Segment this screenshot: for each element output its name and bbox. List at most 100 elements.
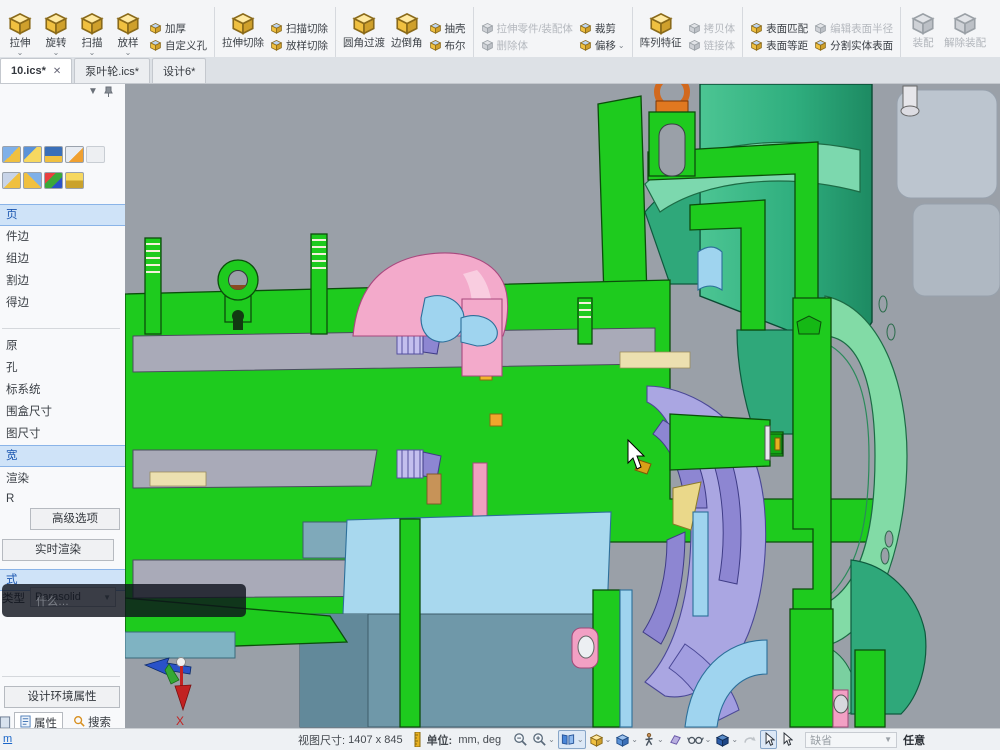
- assembly-icon[interactable]: [23, 172, 42, 189]
- ribbon-group: 表面匹配 表面等距 编辑表面半径 分割实体表面: [745, 0, 898, 57]
- axis-triad-icon[interactable]: [44, 172, 63, 189]
- render-cube-gold-icon[interactable]: ⌄: [588, 731, 613, 748]
- render-cube-blue-icon[interactable]: ⌄: [614, 731, 639, 748]
- ribbon-button-阵列特征[interactable]: 阵列特征: [637, 2, 685, 57]
- tree-item-孔[interactable]: 孔: [0, 358, 125, 378]
- snap-mode-label: 任意: [903, 732, 925, 748]
- prism-icon[interactable]: [667, 731, 684, 748]
- close-icon[interactable]: ✕: [53, 66, 61, 77]
- ribbon-small-column: 扫描切除 放样切除: [267, 0, 331, 57]
- frame-icon[interactable]: [86, 146, 105, 163]
- edit-sketch-icon[interactable]: [65, 146, 84, 163]
- sidebar-tab-搜索[interactable]: 搜索: [68, 712, 116, 728]
- tree-item-页[interactable]: 页: [0, 205, 125, 225]
- sidebar-tab-clipped[interactable]: [0, 712, 18, 728]
- ribbon-button-装配[interactable]: 装配: [905, 2, 941, 57]
- config-icon[interactable]: [23, 146, 42, 163]
- flange-foot: [790, 609, 833, 727]
- tree-item-渲染[interactable]: 渲染: [0, 469, 125, 489]
- link-fragment[interactable]: m: [3, 733, 12, 745]
- cursor-icon[interactable]: [779, 731, 794, 748]
- ribbon-button-表面匹配[interactable]: 表面匹配: [747, 20, 811, 37]
- tree-item-件边[interactable]: 件边: [0, 227, 125, 247]
- tree-item-宽[interactable]: 宽: [0, 446, 125, 466]
- tree-item-R[interactable]: R: [0, 489, 125, 509]
- feature-cube-icon: [270, 21, 283, 37]
- ribbon-button-自定义孔[interactable]: 自定义孔: [146, 37, 210, 54]
- tree-item-图尺寸[interactable]: 图尺寸: [0, 424, 125, 444]
- group-divider: [742, 7, 743, 57]
- ribbon-button-分割实体表面[interactable]: 分割实体表面: [811, 37, 896, 54]
- ribbon-button-拉伸[interactable]: 拉伸 ⌄: [2, 2, 38, 57]
- chevron-down-icon: ⌄: [731, 735, 738, 744]
- ribbon-button-圆角过渡[interactable]: 圆角过渡: [340, 2, 388, 57]
- tree-item-得边[interactable]: 得边: [0, 293, 125, 313]
- ribbon-button-扫描切除[interactable]: 扫描切除: [267, 20, 331, 37]
- filter-select[interactable]: 缺省 ▼: [805, 732, 897, 748]
- chevron-down-icon: ⌄: [548, 735, 555, 744]
- ribbon-button-拉伸零件/装配体[interactable]: 拉伸零件/装配体: [478, 20, 576, 37]
- group-divider: [632, 7, 633, 57]
- feature-cube-icon: [149, 38, 162, 54]
- chevron-down-icon: ⌄: [631, 735, 638, 744]
- tree-item-割边[interactable]: 割边: [0, 271, 125, 291]
- zoom-out-icon[interactable]: [512, 731, 529, 748]
- ribbon-button-表面等距[interactable]: 表面等距: [747, 37, 811, 54]
- design-env-properties-button[interactable]: 设计环境属性: [4, 686, 120, 708]
- redo-icon: [741, 732, 758, 748]
- chevron-down-icon[interactable]: ▼: [88, 86, 98, 97]
- feature-cube-icon: [429, 38, 442, 54]
- zoom-in-icon[interactable]: ⌄: [531, 731, 556, 748]
- watermark-text: 什么…: [36, 593, 69, 609]
- feature-cube-icon: [429, 21, 442, 37]
- ruler-icon: [411, 731, 423, 748]
- ribbon-button-裁剪[interactable]: 裁剪: [576, 20, 628, 37]
- ribbon-button-编辑表面半径[interactable]: 编辑表面半径: [811, 20, 896, 37]
- document-tab-设计6*[interactable]: 设计6*: [152, 58, 206, 83]
- view-glasses-icon[interactable]: ⌄: [686, 732, 713, 747]
- advanced-options-button[interactable]: 高级选项: [30, 508, 120, 530]
- ribbon-small-column: 加厚 自定义孔: [146, 0, 210, 57]
- calc-icon[interactable]: [2, 172, 21, 189]
- ribbon-button-旋转[interactable]: 旋转 ⌄: [38, 2, 74, 57]
- document-tab-泵叶轮.ics*[interactable]: 泵叶轮.ics*: [74, 58, 150, 83]
- properties-doc-icon: [20, 715, 34, 728]
- ribbon-button-抽壳[interactable]: 抽壳: [426, 20, 469, 37]
- ribbon-button-链接体[interactable]: 链接体: [685, 37, 739, 54]
- ribbon-button-删除体[interactable]: 删除体: [478, 37, 576, 54]
- model-tree-icon[interactable]: [2, 146, 21, 163]
- ribbon-button-偏移[interactable]: 偏移⌄: [576, 37, 628, 54]
- part-gold-icon[interactable]: [65, 172, 84, 189]
- pin-icon[interactable]: [104, 86, 113, 100]
- group-divider: [335, 7, 336, 57]
- ribbon-button-边倒角[interactable]: 边倒角: [388, 2, 426, 57]
- ribbon-group: 拉伸零件/装配体 删除体 裁剪 偏移⌄: [476, 0, 630, 57]
- ribbon-button-拷贝体[interactable]: 拷贝体: [685, 20, 739, 37]
- ribbon-button-解除装配[interactable]: 解除装配: [941, 2, 989, 57]
- tree-item-围盒尺寸[interactable]: 围盒尺寸: [0, 402, 125, 422]
- pedestal-bracket: [300, 512, 632, 727]
- view-size-label: 视图尺寸:: [298, 732, 345, 748]
- feature-cube-icon: [910, 9, 936, 38]
- ribbon-button-拉伸切除[interactable]: 拉伸切除: [219, 2, 267, 57]
- view-orient-icon[interactable]: ⌄: [558, 730, 586, 749]
- feature-cube-icon: [750, 21, 763, 37]
- sidebar-tab-属性[interactable]: 属性: [14, 712, 63, 728]
- gasket: [150, 472, 206, 486]
- render-cube-navy-icon[interactable]: ⌄: [714, 731, 739, 748]
- badge-icon[interactable]: [44, 146, 63, 163]
- ribbon-button-放样[interactable]: 放样 ⌄: [110, 2, 146, 57]
- ribbon-button-放样切除[interactable]: 放样切除: [267, 37, 331, 54]
- tree-item-组边[interactable]: 组边: [0, 249, 125, 269]
- walkthrough-icon[interactable]: ⌄: [641, 731, 665, 748]
- realtime-render-button[interactable]: 实时渲染: [2, 539, 114, 561]
- ribbon-button-加厚[interactable]: 加厚: [146, 20, 210, 37]
- ribbon-button-扫描[interactable]: 扫描 ⌄: [74, 2, 110, 57]
- ribbon-button-布尔[interactable]: 布尔: [426, 37, 469, 54]
- document-tab-10.ics*[interactable]: 10.ics*✕: [0, 58, 72, 83]
- tree-item-原[interactable]: 原: [0, 336, 125, 356]
- ribbon-small-column: 裁剪 偏移⌄: [576, 0, 628, 57]
- tree-item-标系统[interactable]: 标系统: [0, 380, 125, 400]
- 3d-viewport[interactable]: X: [125, 84, 1000, 728]
- cursor-select-icon[interactable]: [760, 730, 777, 749]
